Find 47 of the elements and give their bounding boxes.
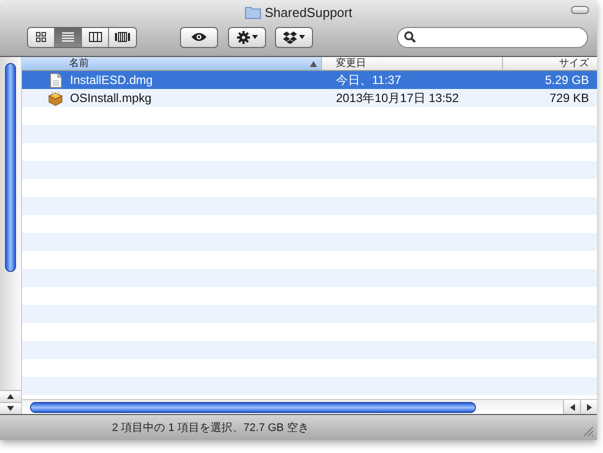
caret-icon bbox=[252, 35, 258, 39]
view-switcher[interactable] bbox=[27, 26, 137, 48]
box-icon bbox=[283, 30, 297, 44]
scroll-down-button[interactable] bbox=[0, 402, 21, 414]
eye-icon bbox=[191, 32, 207, 42]
search-field[interactable] bbox=[397, 26, 588, 48]
down-arrow-icon bbox=[7, 406, 14, 411]
column-header[interactable]: 変更日 bbox=[322, 57, 503, 70]
list-icon bbox=[62, 32, 74, 42]
file-size: 5.29 GB bbox=[544, 73, 590, 87]
file-row[interactable]: OSInstall.mpkg 2013年10月17日 13:52 729 KB bbox=[22, 89, 597, 107]
action-menu-button[interactable] bbox=[228, 26, 266, 48]
package-icon bbox=[48, 90, 63, 106]
scroll-left-button[interactable] bbox=[563, 400, 580, 414]
scrollbar-thumb[interactable] bbox=[30, 402, 476, 412]
sort-arrow-icon bbox=[310, 60, 317, 66]
resize-grip-icon bbox=[583, 426, 594, 437]
quick-look-button[interactable] bbox=[180, 26, 218, 48]
gear-icon bbox=[236, 30, 250, 44]
file-name: InstallESD.dmg bbox=[70, 73, 153, 87]
scroll-right-button[interactable] bbox=[580, 400, 597, 414]
share-menu-button[interactable] bbox=[275, 26, 313, 48]
columns-icon bbox=[88, 32, 102, 42]
column-header[interactable]: 名前 bbox=[22, 57, 322, 70]
column-header[interactable]: サイズ bbox=[503, 57, 597, 70]
search-icon bbox=[404, 31, 416, 43]
modified-date: 今日、11:37 bbox=[335, 72, 402, 88]
file-name: OSInstall.mpkg bbox=[70, 91, 152, 105]
view-button[interactable] bbox=[82, 28, 109, 46]
window-title: SharedSupport bbox=[264, 4, 352, 20]
file-row[interactable]: InstallESD.dmg 今日、11:37 5.29 GB bbox=[22, 71, 597, 89]
modified-date: 2013年10月17日 13:52 bbox=[335, 90, 460, 106]
document-icon bbox=[50, 72, 62, 88]
grid-icon bbox=[36, 32, 46, 42]
scroll-up-button[interactable] bbox=[0, 390, 21, 402]
caret-icon bbox=[299, 35, 305, 39]
file-size: 729 KB bbox=[548, 91, 590, 105]
toolbar-toggle-button[interactable] bbox=[571, 6, 589, 14]
cover-flow-icon bbox=[115, 32, 130, 42]
folder-icon bbox=[244, 6, 261, 18]
left-arrow-icon bbox=[570, 404, 574, 410]
view-button[interactable] bbox=[28, 28, 55, 46]
scrollbar-thumb[interactable] bbox=[5, 63, 16, 272]
up-arrow-icon bbox=[7, 394, 14, 399]
right-arrow-icon bbox=[586, 404, 592, 410]
view-button[interactable] bbox=[109, 28, 136, 46]
status-text: 2 項目中の 1 項目を選択、72.7 GB 空き bbox=[112, 420, 309, 435]
